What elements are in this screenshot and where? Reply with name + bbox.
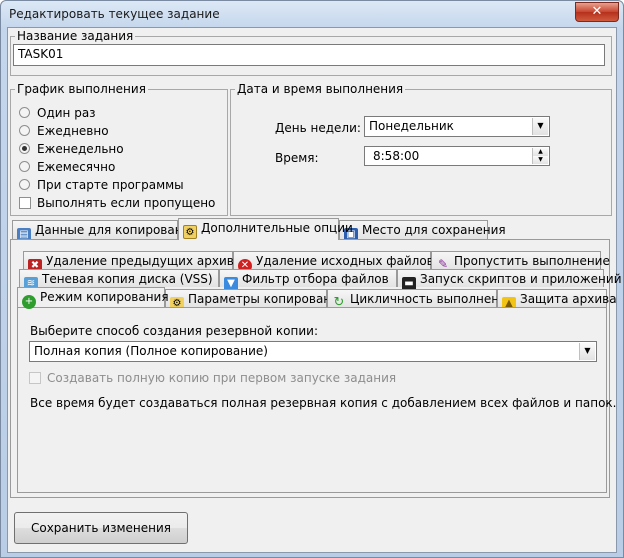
task-name-group: Название задания TASK01 [10, 29, 612, 76]
radio-button-checked[interactable] [19, 143, 30, 154]
tab-save-location[interactable]: ▣ Место для сохранения [339, 220, 506, 242]
tab-copy-params-label: Параметры копирования [188, 292, 347, 306]
tab-execution-cycle-label: Цикличность выполнения [350, 292, 515, 306]
copy-mode-description: Все время будет создаваться полная резер… [30, 396, 617, 410]
save-changes-label: Сохранить изменения [30, 521, 172, 535]
radio-button[interactable] [19, 161, 30, 172]
day-of-week-label: День недели: [275, 121, 361, 135]
radio-button[interactable] [19, 179, 30, 190]
first-run-full-copy-label: Создавать полную копию при первом запуск… [47, 371, 397, 385]
dialog-window: Редактировать текущее задание ✕ Название… [0, 0, 624, 558]
copy-method-select[interactable]: Полная копия (Полное копирование) ▼ [29, 341, 597, 362]
spin-down-icon[interactable]: ▼ [532, 156, 548, 164]
checkbox[interactable] [29, 372, 41, 384]
title-bar[interactable]: Редактировать текущее задание ✕ [1, 1, 623, 27]
tab-shadow-copy-label: Теневая копия диска (VSS) [42, 272, 213, 286]
copy-mode-icon: + [22, 295, 36, 309]
task-name-input[interactable]: TASK01 [13, 44, 605, 66]
close-button[interactable]: ✕ [575, 2, 619, 22]
options-icon: ⚙ [183, 225, 197, 239]
schedule-label: График выполнения [15, 82, 148, 96]
radio-once-label: Один раз [37, 106, 96, 120]
tab-extra-options[interactable]: ⚙ Дополнительные опции [178, 218, 353, 240]
main-tab-panel: ✖ Удаление предыдущих архивов ✕ Удаление и… [10, 239, 622, 498]
tab-shadow-copy[interactable]: ≋ Теневая копия диска (VSS) [19, 269, 219, 291]
tab-delete-prev-archives[interactable]: ✖ Удаление предыдущих архивов [23, 251, 248, 273]
day-of-week-value: Понедельник [369, 119, 454, 133]
tab-save-location-label: Место для сохранения [362, 223, 506, 237]
tab-file-filter-label: Фильтр отбора файлов [242, 272, 389, 286]
tab-copy-data-label: Данные для копирования [35, 223, 198, 237]
copy-mode-panel: Выберите способ создания резервной копии… [17, 307, 616, 493]
radio-daily-label: Ежедневно [37, 124, 109, 138]
tab-delete-source-files-label: Удаление исходных файлов [256, 254, 434, 268]
tab-execution-cycle[interactable]: ↻ Цикличность выполнения [327, 289, 514, 310]
save-changes-button[interactable]: Сохранить изменения [14, 512, 188, 544]
tab-run-scripts-label: Запуск скриптов и приложений [420, 272, 622, 286]
tab-copy-mode[interactable]: + Режим копирования [17, 287, 169, 309]
tab-archive-protection[interactable]: ▲ Защита архива [497, 289, 617, 311]
tab-delete-source-files[interactable]: ✕ Удаление исходных файлов [233, 251, 434, 273]
time-value: 8:58:00 [373, 149, 420, 163]
dialog-client: Название задания TASK01 График выполнени… [7, 27, 622, 553]
tab-skip-execution-label: Пропустить выполнение [454, 254, 610, 268]
radio-monthly-label: Ежемесячно [37, 160, 116, 174]
tab-copy-data[interactable]: ▤ Данные для копирования [12, 220, 198, 242]
task-name-label: Название задания [15, 29, 136, 43]
tab-copy-mode-label: Режим копирования [40, 290, 169, 304]
copy-method-value: Полная копия (Полное копирование) [34, 344, 268, 358]
checkbox[interactable] [19, 197, 31, 209]
tab-archive-protection-label: Защита архива [520, 292, 617, 306]
radio-on-start-label: При старте программы [37, 178, 184, 192]
close-icon: ✕ [591, 4, 603, 19]
tab-skip-execution[interactable]: ✎ Пропустить выполнение [431, 251, 610, 271]
radio-weekly-label: Еженедельно [37, 142, 124, 156]
tab-file-filter[interactable]: ▼ Фильтр отбора файлов [219, 269, 397, 291]
time-input[interactable]: 8:58:00 ▲ ▼ [364, 146, 550, 166]
radio-button[interactable] [19, 107, 30, 118]
run-if-missed-label: Выполнять если пропущено [37, 196, 216, 210]
chevron-down-icon[interactable]: ▼ [532, 118, 548, 135]
day-of-week-select[interactable]: Понедельник ▼ [364, 116, 550, 137]
datetime-group: Дата и время выполнения День недели: Пон… [230, 82, 612, 216]
time-label: Время: [275, 151, 319, 165]
schedule-group: График выполнения Один раз Ежедневно Еже… [10, 82, 228, 216]
tab-copy-params[interactable]: ⚙ Параметры копирования [165, 289, 346, 311]
chevron-down-icon[interactable]: ▼ [579, 343, 595, 360]
radio-button[interactable] [19, 125, 30, 136]
datetime-label: Дата и время выполнения [235, 82, 406, 96]
copy-method-prompt: Выберите способ создания резервной копии… [30, 324, 319, 338]
tab-run-scripts[interactable]: ▬ Запуск скриптов и приложений [397, 269, 622, 291]
tab-delete-prev-archives-label: Удаление предыдущих архивов [46, 254, 249, 268]
spin-up-icon[interactable]: ▲ [532, 148, 548, 156]
tab-extra-options-label: Дополнительные опции [201, 221, 353, 235]
window-title: Редактировать текущее задание [9, 7, 220, 21]
